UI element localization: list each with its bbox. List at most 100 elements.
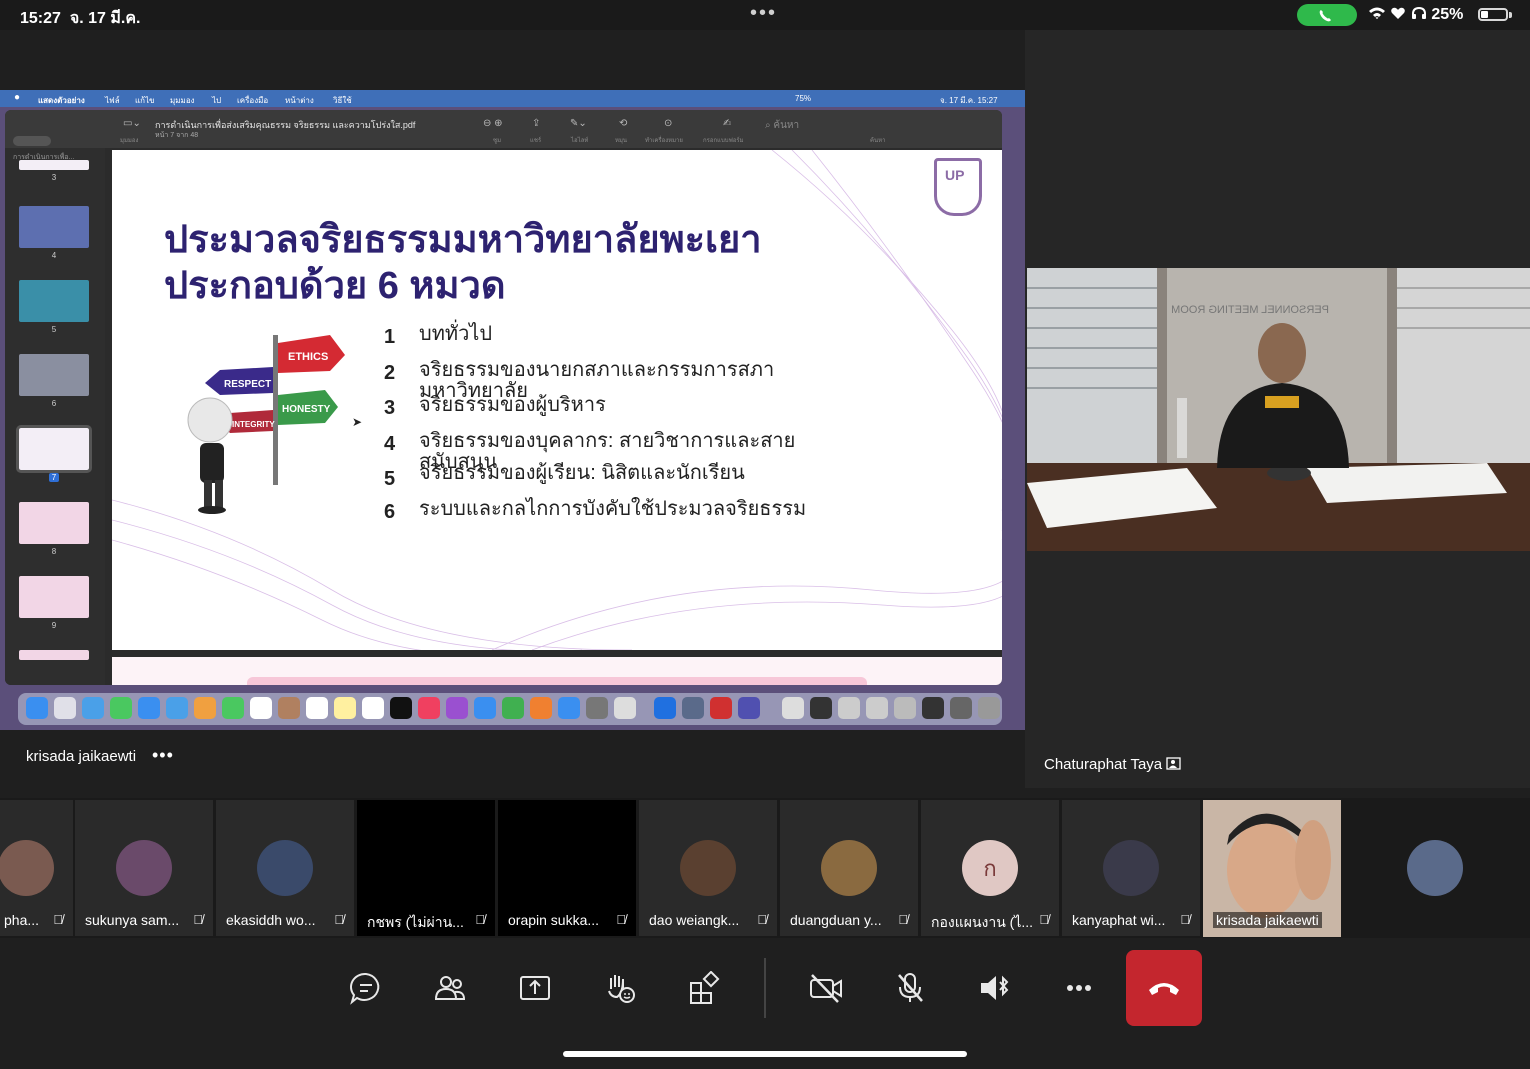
finder-icon bbox=[26, 697, 48, 719]
presenter-name: krisada jaikaewti bbox=[26, 748, 137, 765]
avatar bbox=[257, 840, 313, 896]
video-participant-name: Chaturaphat Taya bbox=[1044, 756, 1182, 773]
participant-tile[interactable] bbox=[1366, 800, 1504, 936]
toolbar-label: ไฮไลท์ bbox=[571, 138, 589, 144]
menubar-item: ไฟล์ bbox=[105, 96, 120, 105]
recent-file-icon bbox=[922, 697, 944, 719]
menubar-item: ไป bbox=[212, 96, 222, 105]
participant-tile[interactable]: กชพร (ไม่ผ่าน... 🎙̸ bbox=[357, 800, 495, 936]
phone-icon bbox=[1319, 10, 1331, 22]
settings-icon bbox=[586, 697, 608, 719]
control-divider bbox=[764, 958, 766, 1018]
preview-toolbar: ▭⌄ มุมมอง การดำเนินการเพื่อส่งเสริมคุณธร… bbox=[5, 110, 1002, 148]
participant-name: kanyaphat wi... bbox=[1072, 912, 1166, 928]
participant-tile[interactable]: ก กองแผนงาน (ไ... 🎙̸ bbox=[921, 800, 1059, 936]
slide-subtitle: ประกอบด้วย 6 หมวด bbox=[164, 265, 506, 307]
toolbar-label: ทำเครื่องหมาย bbox=[645, 138, 683, 144]
share-icon: ⇪ bbox=[532, 118, 541, 129]
list-item-number: 2 bbox=[384, 362, 396, 384]
messages-icon bbox=[110, 697, 132, 719]
battery-tip bbox=[1509, 12, 1512, 18]
mic-off-icon: 🎙̸ bbox=[53, 912, 63, 927]
page-thumbnail[interactable] bbox=[19, 354, 89, 396]
speaker-button[interactable] bbox=[972, 966, 1016, 1010]
avatar bbox=[680, 840, 736, 896]
search-icon: ⌕ ค้นหา bbox=[765, 120, 800, 131]
raise-hand-button[interactable] bbox=[598, 966, 642, 1010]
highlight-icon: ✎⌄ bbox=[570, 118, 587, 129]
participant-tile[interactable]: kanyaphat wi... 🎙̸ bbox=[1062, 800, 1200, 936]
apps-button[interactable] bbox=[682, 966, 726, 1010]
messenger-icon bbox=[654, 697, 676, 719]
slide-page: UP ประมวลจริยธรรมมหาวิทยาลัยพะเยา ประกอบ… bbox=[112, 150, 1002, 650]
avatar bbox=[116, 840, 172, 896]
mic-off-icon: 🎙̸ bbox=[898, 912, 908, 927]
thumbnail-number: 6 bbox=[51, 399, 57, 408]
battery-percent: 25% bbox=[1431, 6, 1464, 23]
participant-tile[interactable]: pha... 🎙̸ bbox=[0, 800, 73, 936]
avatar bbox=[0, 840, 54, 896]
photos-icon bbox=[194, 697, 216, 719]
freeform-icon bbox=[362, 697, 384, 719]
thumbnail-number: 7 bbox=[48, 473, 60, 482]
mic-off-icon: 🎙̸ bbox=[193, 912, 203, 927]
sidebar-toggle-icon: ▭⌄ bbox=[123, 118, 141, 129]
form-icon: ✍ bbox=[723, 118, 732, 129]
zoom-icon: ⊖ ⊕ bbox=[483, 118, 503, 129]
screenshot-app-icon bbox=[682, 697, 704, 719]
hang-up-button[interactable] bbox=[1126, 950, 1202, 1026]
toolbar-label: ซูม bbox=[493, 138, 502, 144]
more-icon bbox=[1067, 985, 1091, 991]
camera-off-icon bbox=[810, 974, 842, 1003]
preview-window: ▭⌄ มุมมอง การดำเนินการเพื่อส่งเสริมคุณธร… bbox=[5, 110, 1002, 685]
page-thumbnail[interactable] bbox=[19, 206, 89, 248]
facetime-icon bbox=[222, 697, 244, 719]
people-button[interactable] bbox=[428, 966, 472, 1010]
participant-tile[interactable]: ekasiddh wo... 🎙̸ bbox=[216, 800, 354, 936]
more-options-button[interactable] bbox=[1057, 966, 1101, 1010]
menubar-battery: 75% bbox=[795, 94, 812, 103]
teams-icon bbox=[738, 697, 760, 719]
participant-name: ekasiddh wo... bbox=[226, 912, 316, 928]
page-thumbnail[interactable] bbox=[19, 280, 89, 322]
list-item-number: 6 bbox=[384, 501, 396, 523]
recent-file-icon bbox=[782, 697, 804, 719]
page-thumbnail[interactable] bbox=[19, 576, 89, 618]
page-thumbnail bbox=[19, 650, 89, 660]
thumbnail-number: 3 bbox=[51, 173, 57, 182]
participant-name: sukunya sam... bbox=[85, 912, 180, 928]
mouse-cursor-icon: ➤ bbox=[352, 415, 363, 429]
participant-tile[interactable]: duangduan y... 🎙̸ bbox=[780, 800, 918, 936]
svg-text:HONESTY: HONESTY bbox=[282, 404, 331, 415]
heart-icon bbox=[1391, 7, 1406, 19]
participant-tile-self[interactable]: krisada jaikaewti bbox=[1203, 800, 1341, 937]
avatar bbox=[1407, 840, 1463, 896]
shared-screen[interactable]: ● แสดงตัวอย่าง ไฟล์ แก้ไข มุมมอง ไป เครื… bbox=[0, 90, 1025, 730]
mic-off-icon bbox=[898, 973, 923, 1002]
page-thumbnail bbox=[19, 160, 89, 170]
page-thumbnail[interactable] bbox=[19, 502, 89, 544]
home-indicator[interactable] bbox=[563, 1051, 967, 1057]
mic-toggle-button[interactable] bbox=[888, 966, 932, 1010]
multitask-dots[interactable]: ••• bbox=[750, 2, 777, 25]
participant-name: duangduan y... bbox=[790, 912, 882, 928]
participant-tile[interactable]: orapin sukka... 🎙̸ bbox=[498, 800, 636, 936]
participant-video[interactable]: PERSONNEL MEETING ROOM bbox=[1027, 268, 1530, 551]
menubar-item: เครื่องมือ bbox=[237, 96, 269, 105]
notes-icon bbox=[334, 697, 356, 719]
recent-file-icon bbox=[894, 697, 916, 719]
preview-app-icon bbox=[614, 697, 636, 719]
mail-icon bbox=[138, 697, 160, 719]
camera-toggle-button[interactable] bbox=[804, 966, 848, 1010]
participant-tile[interactable]: dao weiangk... 🎙̸ bbox=[639, 800, 777, 936]
active-call-pill[interactable] bbox=[1297, 4, 1357, 26]
svg-text:INTEGRITY: INTEGRITY bbox=[232, 420, 275, 429]
apps-icon bbox=[690, 971, 720, 1004]
menubar-item: แก้ไข bbox=[135, 96, 155, 105]
participant-name: orapin sukka... bbox=[508, 912, 600, 928]
share-screen-button[interactable] bbox=[513, 966, 557, 1010]
chat-button[interactable] bbox=[344, 966, 388, 1010]
presenter-more-button[interactable]: ••• bbox=[152, 745, 174, 766]
page-thumbnail-selected[interactable] bbox=[16, 425, 92, 473]
participant-tile[interactable]: sukunya sam... 🎙̸ bbox=[75, 800, 213, 936]
